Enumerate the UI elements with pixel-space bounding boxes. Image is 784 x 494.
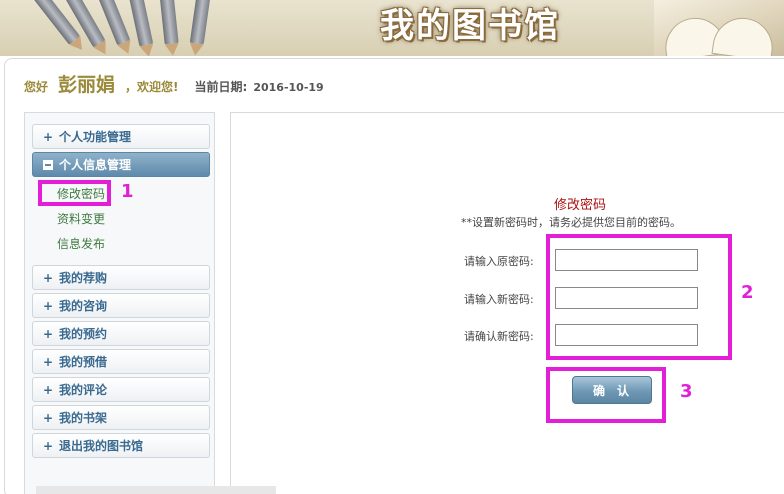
old-password-label: 请输入原密码: xyxy=(464,255,534,268)
menu-personal-info[interactable]: 个人信息管理 xyxy=(32,152,210,177)
form-title: 修改密码 xyxy=(554,198,607,213)
plus-icon: + xyxy=(43,270,54,285)
highlight-box-3 xyxy=(546,367,666,423)
highlight-box-2 xyxy=(546,234,732,360)
menu-label: 我的预借 xyxy=(59,355,108,369)
menu-label: 个人信息管理 xyxy=(59,158,132,172)
pencil-decoration xyxy=(155,0,179,45)
plus-icon: + xyxy=(43,298,54,313)
menu-label: 我的书架 xyxy=(59,411,108,425)
site-title: 我的图书馆 xyxy=(380,6,560,46)
plus-icon: + xyxy=(43,354,54,369)
menu-label: 我的评论 xyxy=(59,383,108,397)
plus-icon: + xyxy=(43,438,54,453)
greeting-bar: 您好 彭丽娟 ，欢迎您! 当前日期: 2016-10-19 xyxy=(24,70,324,100)
menu-pre-borrow[interactable]: + 我的预借 xyxy=(32,349,210,374)
menu-label: 个人功能管理 xyxy=(59,130,132,144)
submenu-profile-change[interactable]: 资料变更 xyxy=(57,210,105,227)
plus-icon: + xyxy=(43,326,54,341)
submenu-info-publish[interactable]: 信息发布 xyxy=(57,235,105,252)
menu-label: 我的咨询 xyxy=(59,299,108,313)
greeting-welcome: ，欢迎您! xyxy=(125,80,179,94)
collapse-icon xyxy=(43,159,53,170)
menu-logout[interactable]: + 退出我的图书馆 xyxy=(32,433,210,458)
plus-icon: + xyxy=(43,382,54,397)
header-banner: 我的图书馆 xyxy=(0,0,784,56)
menu-consult[interactable]: + 我的咨询 xyxy=(32,293,210,318)
menu-label: 我的荐购 xyxy=(59,271,108,285)
menu-personal-functions[interactable]: + 个人功能管理 xyxy=(32,124,210,149)
plus-icon: + xyxy=(43,129,54,144)
menu-bookshelf[interactable]: + 我的书架 xyxy=(32,405,210,430)
new-password-label: 请输入新密码: xyxy=(464,293,534,306)
menu-label: 退出我的图书馆 xyxy=(59,439,144,453)
menu-reservation[interactable]: + 我的预约 xyxy=(32,321,210,346)
annotation-number-1: 1 xyxy=(121,181,134,202)
current-date: 2016-10-19 xyxy=(253,81,324,94)
user-name: 彭丽娟 xyxy=(58,74,116,96)
pencil-decoration xyxy=(189,0,217,45)
confirm-password-label: 请确认新密码: xyxy=(464,330,534,343)
menu-label: 我的预约 xyxy=(59,327,108,341)
horizontal-scrollbar[interactable] xyxy=(36,486,276,494)
greeting-hello: 您好 xyxy=(24,80,49,94)
plus-icon: + xyxy=(43,410,54,425)
form-hint: **设置新密码时，请务必提供您目前的密码。 xyxy=(461,216,681,229)
menu-recommend[interactable]: + 我的荐购 xyxy=(32,265,210,290)
sidebar: + 个人功能管理 个人信息管理 修改密码 资料变更 信息发布 + 我的荐购 + … xyxy=(24,112,215,494)
menu-comments[interactable]: + 我的评论 xyxy=(32,377,210,402)
current-date-label: 当前日期: xyxy=(194,80,248,94)
open-book-decoration xyxy=(654,0,784,56)
annotation-number-2: 2 xyxy=(741,282,754,303)
highlight-box-1 xyxy=(38,180,111,206)
annotation-number-3: 3 xyxy=(680,381,693,402)
